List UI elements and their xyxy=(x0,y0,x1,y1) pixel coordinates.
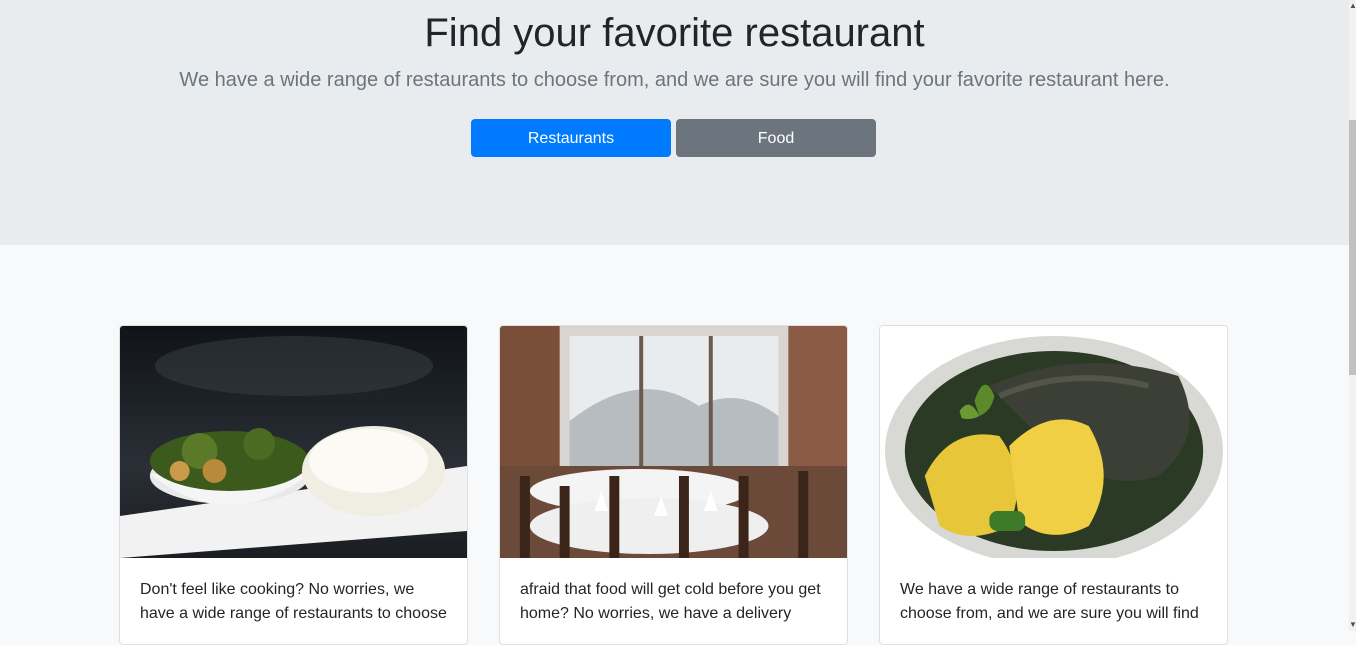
restaurant-card[interactable]: We have a wide range of restaurants to c… xyxy=(879,325,1228,645)
scrollbar-thumb[interactable] xyxy=(1349,120,1356,375)
scroll-down-icon[interactable]: ▼ xyxy=(1349,619,1356,631)
restaurant-card[interactable]: Don't feel like cooking? No worries, we … xyxy=(119,325,468,645)
hero-lead-text: We have a wide range of restaurants to c… xyxy=(179,69,1170,91)
scroll-up-icon[interactable]: ▲ xyxy=(1349,0,1356,12)
vertical-scrollbar[interactable]: ▲ ▼ xyxy=(1349,0,1356,631)
restaurant-card[interactable]: afraid that food will get cold before yo… xyxy=(499,325,848,645)
hero-section: Find your favorite restaurant We have a … xyxy=(0,0,1349,245)
soup-dish-image xyxy=(880,326,1227,558)
restaurant-interior-image xyxy=(500,326,847,558)
food-button[interactable]: Food xyxy=(676,119,876,157)
food-plate-image xyxy=(120,326,467,558)
card-text: Don't feel like cooking? No worries, we … xyxy=(140,581,447,622)
restaurants-button[interactable]: Restaurants xyxy=(471,119,671,157)
card-text: afraid that food will get cold before yo… xyxy=(520,581,821,622)
card-text: We have a wide range of restaurants to c… xyxy=(900,581,1199,622)
page-title: Find your favorite restaurant xyxy=(424,11,925,55)
